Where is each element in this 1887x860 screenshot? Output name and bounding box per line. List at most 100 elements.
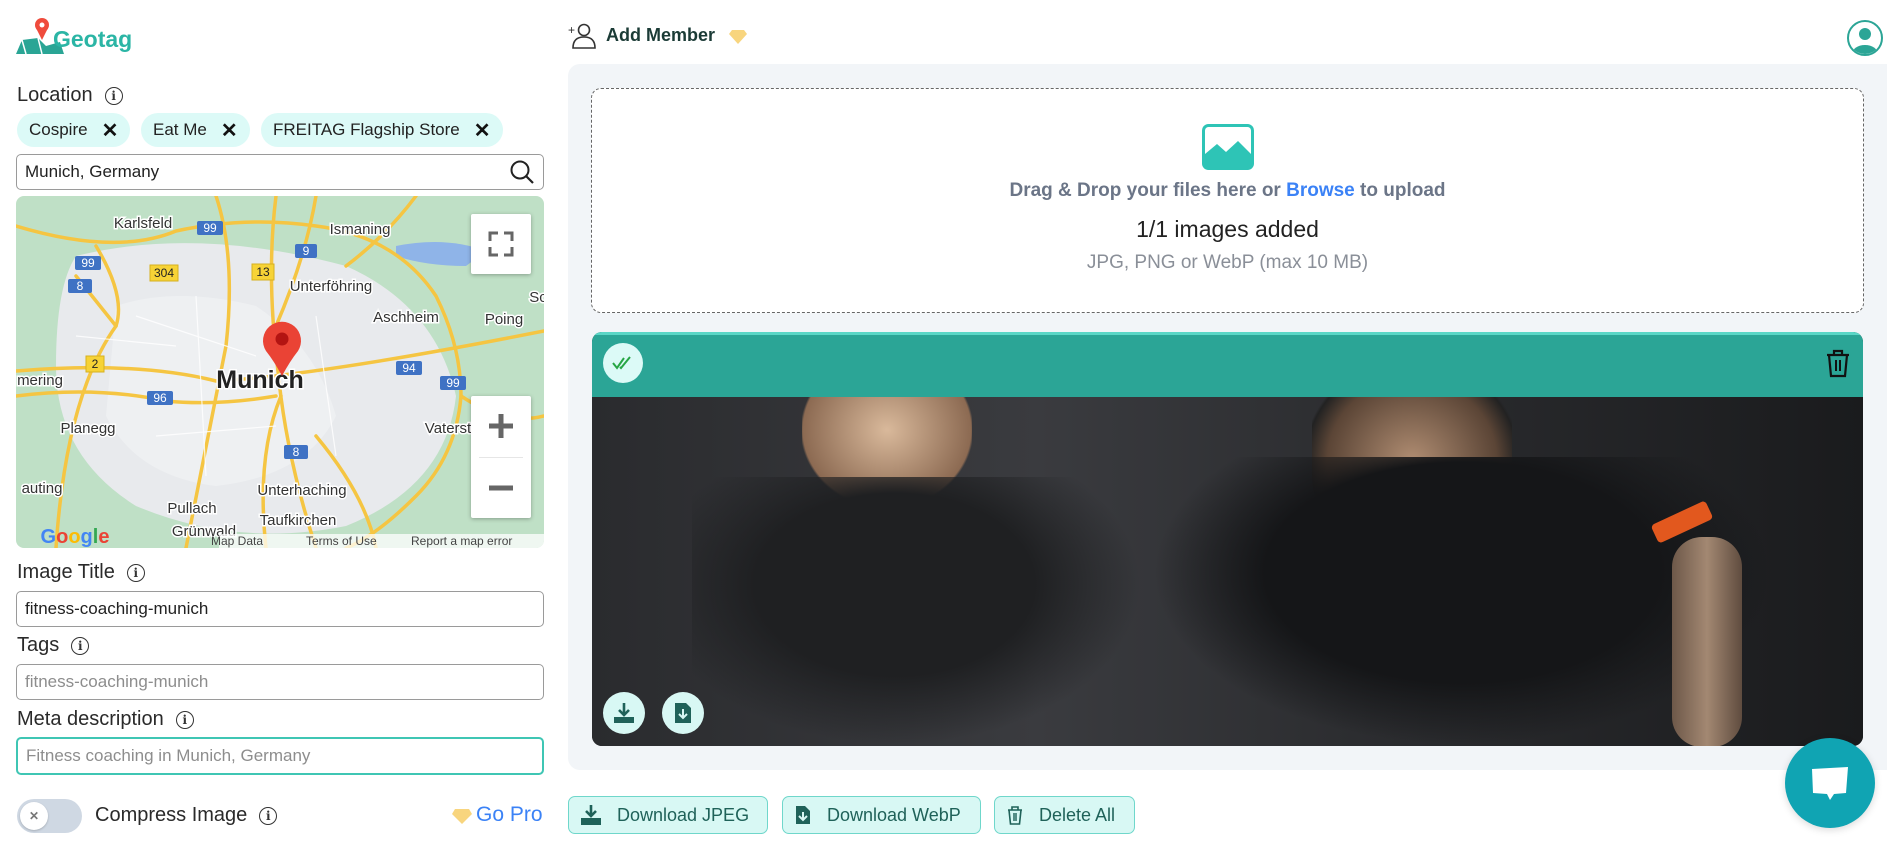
map-place-label: Pullach — [167, 500, 216, 517]
svg-text:8: 8 — [77, 279, 84, 293]
road-shield: 99 — [440, 376, 466, 390]
go-pro-link[interactable]: Go Pro — [452, 803, 543, 827]
road-shield: 13 — [251, 263, 275, 281]
map-place-label: Sc — [529, 289, 544, 306]
file-download-icon — [675, 703, 691, 723]
map-city-label: Munich — [216, 366, 304, 394]
road-shield: 96 — [147, 391, 173, 405]
chip-label: Cospire — [29, 120, 88, 139]
location-search-value: Munich, Germany — [25, 162, 160, 181]
chat-button[interactable] — [1785, 738, 1875, 828]
delete-all-button[interactable]: Delete All — [994, 796, 1135, 834]
accepted-formats: JPG, PNG or WebP (max 10 MB) — [1086, 252, 1369, 273]
svg-text:96: 96 — [153, 391, 167, 405]
map-canvas[interactable]: Karlsfeld Ismaning Unterföhring Aschheim… — [16, 196, 544, 548]
image-title-input[interactable]: fitness-coaching-munich — [16, 591, 544, 627]
info-icon[interactable]: i — [259, 806, 278, 825]
dropzone[interactable]: Drag & Drop your files here or Browse to… — [591, 88, 1864, 313]
map-place-label: Planegg — [60, 420, 115, 437]
trash-icon[interactable] — [1825, 348, 1851, 378]
map-data-link[interactable]: Map Data — [211, 534, 263, 548]
user-avatar[interactable] — [1847, 20, 1883, 56]
svg-text:99: 99 — [203, 221, 217, 235]
map-zoom-controls — [471, 396, 531, 518]
download-webp-icon-button[interactable] — [662, 692, 704, 734]
download-webp-label: Download WebP — [827, 804, 961, 825]
add-member-text: Add Member — [606, 25, 716, 45]
app-logo[interactable]: Geotag — [16, 16, 141, 56]
image-title-value: fitness-coaching-munich — [25, 599, 209, 618]
add-user-icon: + — [568, 23, 596, 49]
terms-of-use-link[interactable]: Terms of Use — [306, 534, 377, 548]
drag-drop-text: Drag & Drop your files here or Browse to… — [592, 180, 1863, 202]
zoom-out-icon[interactable] — [471, 458, 531, 518]
download-icon — [614, 703, 634, 723]
location-label: Location i — [17, 84, 123, 107]
selected-check-button[interactable] — [603, 343, 643, 383]
logo-text: Geotag — [53, 26, 133, 52]
add-member-button[interactable]: + Add Member — [568, 22, 748, 49]
browse-link[interactable]: Browse — [1286, 180, 1355, 201]
info-icon[interactable]: i — [71, 636, 90, 655]
photo-arm — [1672, 537, 1742, 746]
remove-chip-icon[interactable]: ✕ — [102, 118, 119, 143]
road-shield: 8 — [284, 445, 308, 459]
svg-text:13: 13 — [256, 265, 270, 279]
double-check-icon — [612, 356, 631, 370]
location-chip: FREITAG Flagship Store ✕ — [261, 113, 503, 147]
remove-chip-icon[interactable]: ✕ — [221, 118, 238, 143]
compress-label-text: Compress Image — [95, 804, 248, 826]
compress-image-toggle[interactable]: ✕ — [17, 799, 82, 833]
map-place-label: Aschheim — [373, 309, 439, 326]
image-card-header — [592, 332, 1863, 397]
map[interactable]: Karlsfeld Ismaning Unterföhring Aschheim… — [16, 196, 544, 548]
fullscreen-button[interactable] — [471, 214, 531, 274]
svg-text:94: 94 — [402, 361, 416, 375]
map-place-label: Poing — [485, 311, 523, 328]
compress-image-label: Compress Image i — [95, 804, 278, 827]
zoom-in-icon[interactable] — [471, 396, 531, 456]
svg-text:+: + — [568, 23, 575, 37]
info-icon[interactable]: i — [104, 86, 123, 105]
diamond-icon — [729, 29, 748, 44]
location-search-input[interactable]: Munich, Germany — [16, 154, 544, 190]
svg-text:99: 99 — [81, 256, 95, 270]
svg-text:8: 8 — [293, 445, 300, 459]
chip-label: FREITAG Flagship Store — [273, 120, 460, 139]
download-jpeg-label: Download JPEG — [617, 804, 750, 825]
road-shield: 2 — [85, 355, 105, 373]
remove-chip-icon[interactable]: ✕ — [474, 118, 491, 143]
map-place-label: Taufkirchen — [260, 512, 337, 529]
map-place-label: mering — [17, 372, 63, 389]
google-logo: Google — [41, 526, 110, 548]
report-map-error-link[interactable]: Report a map error — [411, 534, 512, 548]
images-added-count: 1/1 images added — [1136, 216, 1319, 242]
tags-label-text: Tags — [17, 634, 60, 656]
location-chip: Cospire ✕ — [17, 113, 131, 147]
svg-text:2: 2 — [92, 357, 99, 371]
chat-icon — [1812, 767, 1848, 800]
search-icon[interactable] — [509, 159, 535, 185]
location-label-text: Location — [17, 84, 93, 106]
map-place-label: Unterhaching — [257, 482, 346, 499]
map-place-label: Karlsfeld — [114, 215, 172, 232]
info-icon[interactable]: i — [126, 563, 145, 582]
map-place-label: Unterföhring — [290, 278, 373, 295]
location-chip: Eat Me ✕ — [141, 113, 250, 147]
info-icon[interactable]: i — [175, 710, 194, 729]
map-place-label: auting — [22, 480, 63, 497]
road-shield: 99 — [75, 256, 101, 270]
meta-description-input[interactable]: Fitness coaching in Munich, Germany — [16, 737, 544, 775]
go-pro-text: Go Pro — [476, 803, 543, 826]
download-jpeg-button[interactable]: Download JPEG — [568, 796, 768, 834]
meta-label-text: Meta description — [17, 708, 164, 730]
tags-input[interactable]: fitness-coaching-munich — [16, 664, 544, 700]
download-webp-button[interactable]: Download WebP — [782, 796, 981, 834]
svg-text:304: 304 — [154, 266, 174, 280]
photo[interactable] — [592, 397, 1863, 746]
svg-text:99: 99 — [446, 376, 460, 390]
meta-placeholder: Fitness coaching in Munich, Germany — [26, 746, 311, 765]
delete-all-label: Delete All — [1039, 804, 1116, 825]
download-jpeg-icon-button[interactable] — [603, 692, 645, 734]
file-download-icon — [796, 806, 810, 824]
